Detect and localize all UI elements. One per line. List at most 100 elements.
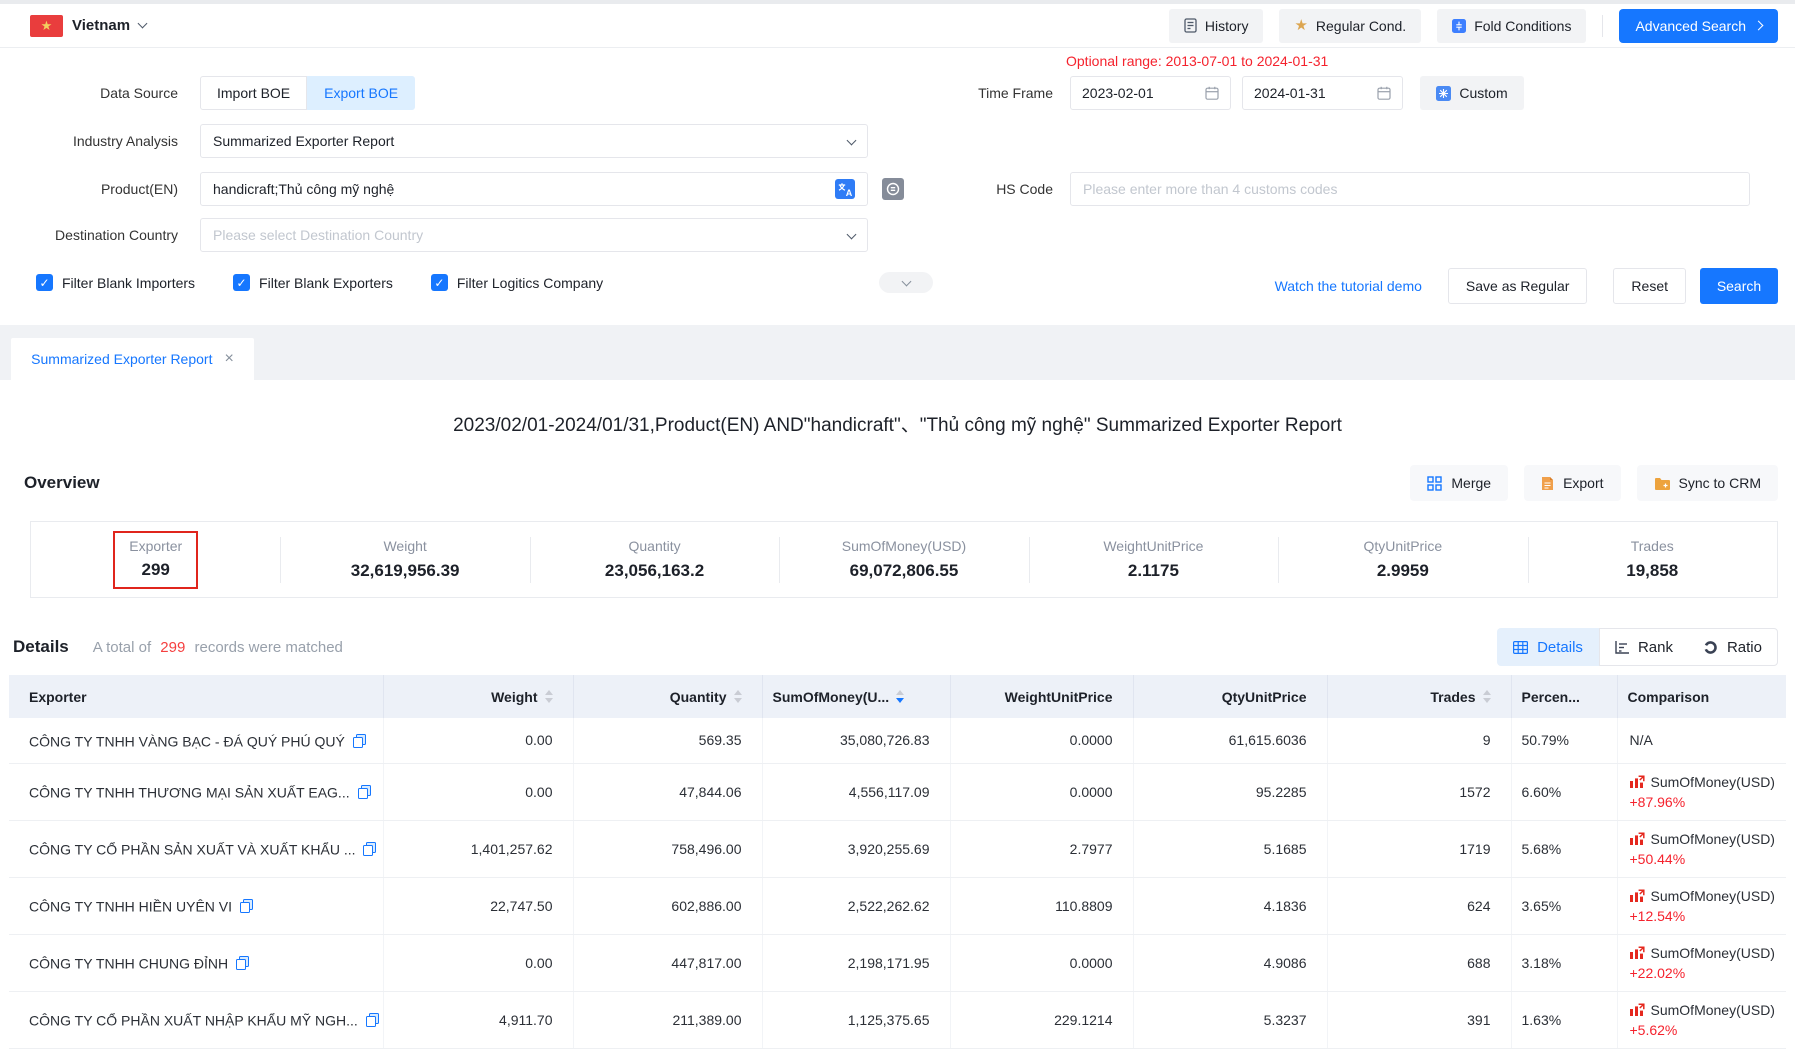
tab-strip: Summarized Exporter Report × xyxy=(0,325,1795,380)
trend-up-icon xyxy=(1630,946,1645,959)
stat-label: Trades xyxy=(1631,538,1674,554)
column-header-comparison: Comparison xyxy=(1617,675,1786,718)
country-selector[interactable]: ★ Vietnam xyxy=(30,15,146,37)
cell-sum: 2,198,171.95 xyxy=(762,934,950,991)
merge-button[interactable]: Merge xyxy=(1410,465,1508,501)
copy-icon[interactable] xyxy=(363,842,376,856)
stat-value: 69,072,806.55 xyxy=(850,561,959,581)
history-button[interactable]: History xyxy=(1169,9,1264,43)
tab-summarized-exporter-report[interactable]: Summarized Exporter Report × xyxy=(11,338,254,380)
overview-heading: Overview xyxy=(24,473,100,493)
view-details-button[interactable]: Details xyxy=(1497,628,1599,666)
fold-conditions-button[interactable]: Fold Conditions xyxy=(1437,9,1586,43)
stat-value: 32,619,956.39 xyxy=(351,561,460,581)
column-header-percent: Percen... xyxy=(1511,675,1617,718)
sync-to-crm-label: Sync to CRM xyxy=(1679,475,1761,491)
copy-icon[interactable] xyxy=(240,899,253,913)
cell-trades: 391 xyxy=(1327,991,1511,1048)
cell-sum: 35,080,726.83 xyxy=(762,718,950,763)
hs-code-input-wrap xyxy=(1070,172,1750,206)
comparison-change: +22.02% xyxy=(1630,965,1787,981)
filter-blank-exporters-checkbox[interactable]: ✓ Filter Blank Exporters xyxy=(233,274,393,291)
sort-icon xyxy=(1483,690,1491,703)
cell-comparison: SumOfMoney(USD) +12.54% xyxy=(1617,877,1786,934)
industry-analysis-label: Industry Analysis xyxy=(8,124,178,158)
tutorial-link[interactable]: Watch the tutorial demo xyxy=(1275,278,1422,294)
copy-icon[interactable] xyxy=(353,734,366,748)
chevron-down-icon xyxy=(901,276,911,286)
sort-icon xyxy=(734,690,742,703)
copy-icon[interactable] xyxy=(236,956,249,970)
industry-analysis-value: Summarized Exporter Report xyxy=(213,133,848,149)
cell-percent: 5.68% xyxy=(1511,820,1617,877)
checkbox-checked-icon: ✓ xyxy=(431,274,448,291)
export-label: Export xyxy=(1563,475,1603,491)
column-header-quantity[interactable]: Quantity xyxy=(573,675,762,718)
start-date-input[interactable]: 2023-02-01 xyxy=(1070,76,1231,110)
export-boe-button[interactable]: Export BOE xyxy=(307,76,415,110)
overview-stats-panel: Exporter 299 Weight 32,619,956.39 Quanti… xyxy=(30,521,1778,598)
copy-icon[interactable] xyxy=(358,785,371,799)
data-source-toggle: Import BOE Export BOE xyxy=(200,76,415,110)
cell-qty-unit-price: 95.2285 xyxy=(1133,763,1327,820)
filter-logitics-company-checkbox[interactable]: ✓ Filter Logitics Company xyxy=(431,274,603,291)
form-actions: Watch the tutorial demo Save as Regular … xyxy=(1275,268,1778,304)
column-header-trades[interactable]: Trades xyxy=(1327,675,1511,718)
filter-label: Filter Blank Exporters xyxy=(259,275,393,291)
close-icon[interactable]: × xyxy=(224,351,233,367)
search-form: Data Source Import BOE Export BOE Option… xyxy=(0,48,1795,325)
view-group: Rank Ratio xyxy=(1599,628,1778,666)
cell-weight-unit-price: 110.8809 xyxy=(950,877,1133,934)
column-header-weight[interactable]: Weight xyxy=(383,675,573,718)
cell-sum: 2,522,262.62 xyxy=(762,877,950,934)
end-date-input[interactable]: 2024-01-31 xyxy=(1242,76,1403,110)
fold-conditions-label: Fold Conditions xyxy=(1474,18,1571,34)
hs-code-input[interactable] xyxy=(1083,181,1737,197)
cell-weight-unit-price: 0.0000 xyxy=(950,763,1133,820)
translate-icon[interactable]: A xyxy=(835,179,855,199)
cell-exporter: CÔNG TY TNHH THƯƠNG MẠI SẢN XUẤT EAG... xyxy=(9,763,383,820)
history-label: History xyxy=(1205,18,1249,34)
stat-weight: Weight 32,619,956.39 xyxy=(280,522,529,597)
table-row: CÔNG TY TNHH CHUNG ĐỈNH 0.00 447,817.00 … xyxy=(9,934,1786,991)
cell-quantity: 758,496.00 xyxy=(573,820,762,877)
regular-cond-button[interactable]: ★ Regular Cond. xyxy=(1279,9,1421,43)
regular-cond-label: Regular Cond. xyxy=(1316,18,1406,34)
destination-country-select[interactable]: Please select Destination Country xyxy=(200,218,868,252)
import-boe-button[interactable]: Import BOE xyxy=(200,76,307,110)
details-table: Exporter Weight Quantity SumOfMoney(U...… xyxy=(9,675,1786,1049)
view-ratio-button[interactable]: Ratio xyxy=(1688,629,1777,665)
merge-label: Merge xyxy=(1451,475,1491,491)
custom-icon xyxy=(1436,86,1451,101)
column-header-exporter: Exporter xyxy=(9,675,383,718)
start-date-value: 2023-02-01 xyxy=(1082,85,1154,101)
column-header-sum-of-money[interactable]: SumOfMoney(U... xyxy=(762,675,950,718)
advanced-search-button[interactable]: Advanced Search xyxy=(1619,9,1778,43)
industry-analysis-select[interactable]: Summarized Exporter Report xyxy=(200,124,868,158)
calendar-icon xyxy=(1377,86,1391,100)
reset-button[interactable]: Reset xyxy=(1613,268,1686,304)
cell-percent: 3.18% xyxy=(1511,934,1617,991)
product-input[interactable] xyxy=(213,181,835,197)
stat-exporter: Exporter 299 xyxy=(31,522,280,597)
comparison-change: +87.96% xyxy=(1630,794,1787,810)
crm-folder-icon xyxy=(1654,477,1670,490)
overview-bar: Overview Merge Export Sync to CRM xyxy=(24,465,1778,501)
cell-comparison: SumOfMoney(USD) +50.44% xyxy=(1617,820,1786,877)
chevron-right-icon xyxy=(1754,21,1764,31)
cell-quantity: 447,817.00 xyxy=(573,934,762,991)
cell-comparison: SumOfMoney(USD) +5.62% xyxy=(1617,991,1786,1048)
filter-label: Filter Blank Importers xyxy=(62,275,195,291)
collapse-form-button[interactable] xyxy=(879,272,933,293)
custom-label: Custom xyxy=(1459,85,1507,101)
search-button[interactable]: Search xyxy=(1700,268,1778,304)
filter-blank-importers-checkbox[interactable]: ✓ Filter Blank Importers xyxy=(36,274,195,291)
export-button[interactable]: Export xyxy=(1524,465,1620,501)
sync-to-crm-button[interactable]: Sync to CRM xyxy=(1637,465,1778,501)
copy-icon[interactable] xyxy=(366,1013,379,1027)
custom-range-button[interactable]: Custom xyxy=(1420,76,1524,110)
table-row: CÔNG TY CỔ PHẦN XUẤT NHẬP KHẨU MỸ NGH...… xyxy=(9,991,1786,1048)
save-as-regular-button[interactable]: Save as Regular xyxy=(1448,268,1588,304)
view-rank-button[interactable]: Rank xyxy=(1600,629,1688,665)
cell-weight: 1,401,257.62 xyxy=(383,820,573,877)
